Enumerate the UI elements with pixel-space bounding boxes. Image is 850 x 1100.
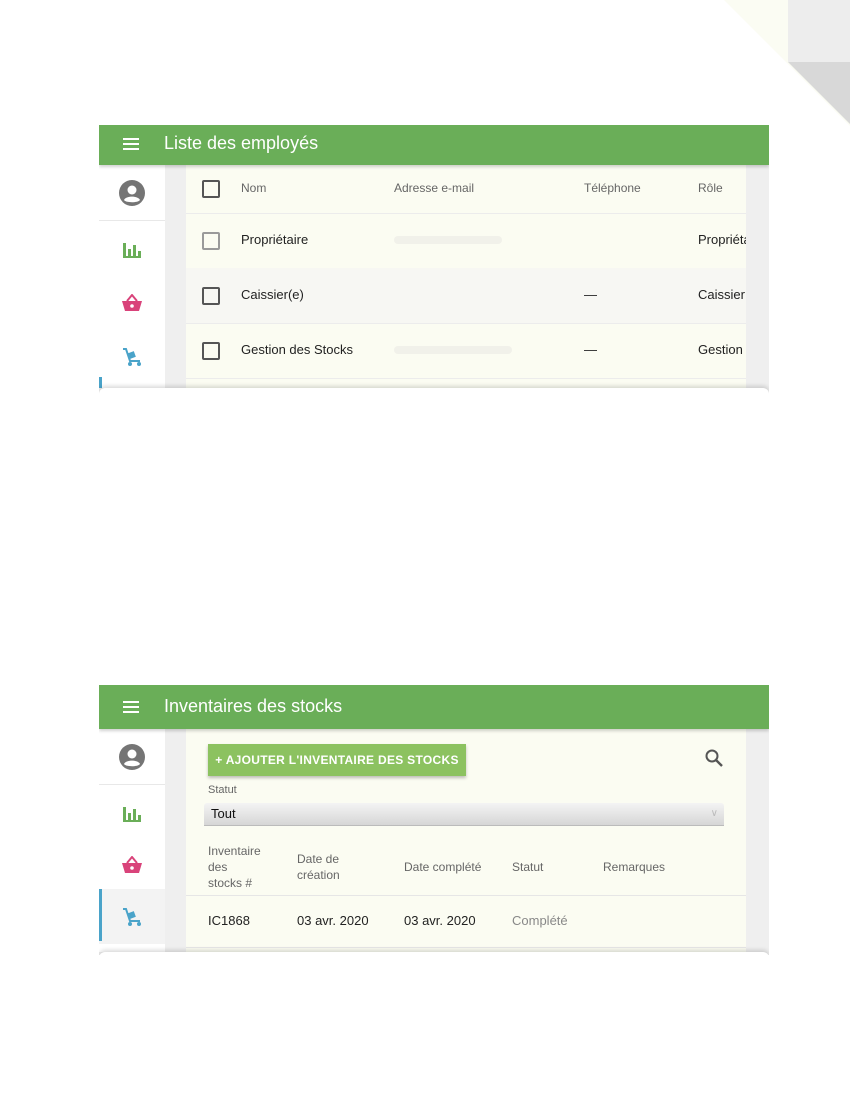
status-value: Complété [512,913,568,928]
account-icon [119,743,145,770]
column-header-phone[interactable]: Téléphone [584,181,641,195]
column-header-created[interactable]: Date de création [297,851,340,883]
employee-list-screenshot: Liste des employés Nom Adresse e-mail Té… [99,125,769,395]
account-icon [119,179,145,206]
select-all-checkbox[interactable] [202,180,220,198]
column-header-line: Date de [297,852,340,866]
inventory-number: IC1868 [208,913,250,928]
sidebar-item-reports[interactable] [99,222,165,277]
employee-phone: — [584,342,597,357]
column-header-notes[interactable]: Remarques [603,859,665,875]
column-header-role[interactable]: Rôle [698,181,723,195]
row-checkbox[interactable] [202,342,220,360]
table-header: Inventaire des stocks # Date de création… [186,841,746,896]
created-date: 03 avr. 2020 [297,913,369,928]
page-title: Inventaires des stocks [164,696,343,716]
sidebar-item-inventory[interactable] [99,889,165,944]
app-bar: Inventaires des stocks [99,685,769,729]
status-filter-select[interactable]: Tout ∨ [204,803,724,826]
chart-icon [123,806,141,822]
sidebar-item-inventory[interactable] [99,329,165,384]
hamburger-menu-icon[interactable] [123,701,139,713]
employee-table: Nom Adresse e-mail Téléphone Rôle Propri… [186,165,746,388]
column-header-completed[interactable]: Date complété [404,859,481,875]
table-row[interactable]: Gestion des Stocks — Gestion [186,323,746,379]
basket-icon [122,855,142,873]
nav-sidebar [99,729,165,952]
stock-inventory-panel: + AJOUTER L'INVENTAIRE DES STOCKS Statut… [186,729,746,952]
page-corner-decoration [724,0,850,126]
column-header-line: des [208,860,228,874]
column-header-status[interactable]: Statut [512,859,543,875]
inventory-cart-icon [123,347,141,366]
email-redacted [394,236,502,244]
email-redacted [394,346,512,354]
column-header-line: stocks # [208,876,253,890]
sidebar-item-account[interactable] [99,729,165,785]
stock-inventory-screenshot: Inventaires des stocks + AJOUTER L'INVEN… [99,685,769,955]
bottom-sheet-edge [99,952,769,955]
basket-icon [122,293,142,311]
row-checkbox[interactable] [202,287,220,305]
completed-date: 03 avr. 2020 [404,913,476,928]
sidebar-item-reports[interactable] [99,786,165,841]
column-header-name[interactable]: Nom [241,181,266,195]
employee-phone: — [584,287,597,302]
row-checkbox[interactable] [202,232,220,250]
status-filter-value: Tout [211,806,236,821]
bottom-sheet-edge [99,388,769,395]
search-icon[interactable] [704,748,724,768]
employee-name: Gestion des Stocks [241,342,353,357]
chevron-down-icon: ∨ [710,808,718,819]
employee-name: Caissier(e) [241,287,304,302]
nav-sidebar [99,165,165,388]
sidebar-item-sales[interactable] [99,275,165,330]
column-header-line: création [297,868,340,882]
hamburger-menu-icon[interactable] [123,138,139,150]
table-row[interactable]: Propriétaire Propriéta [186,213,746,269]
sidebar-item-sales[interactable] [99,837,165,892]
employee-role: Gestion [698,342,743,357]
table-header: Nom Adresse e-mail Téléphone Rôle [186,165,746,214]
inventory-cart-icon [123,907,141,926]
status-filter-label: Statut [208,784,237,796]
active-indicator [99,377,102,388]
sidebar-item-account[interactable] [99,165,165,221]
column-header-email[interactable]: Adresse e-mail [394,181,474,195]
add-stock-inventory-button[interactable]: + AJOUTER L'INVENTAIRE DES STOCKS [208,744,466,776]
employee-name: Propriétaire [241,232,309,247]
column-header-inventory[interactable]: Inventaire des stocks # [208,843,261,891]
app-bar: Liste des employés [99,125,769,165]
employee-role: Propriéta [698,232,746,247]
page-title: Liste des employés [164,133,319,153]
table-row[interactable]: Caissier(e) — Caissier [186,268,746,324]
active-indicator [99,889,102,941]
employee-role: Caissier [698,287,745,302]
table-row[interactable]: IC1868 03 avr. 2020 03 avr. 2020 Complét… [186,895,746,948]
column-header-line: Inventaire [208,844,261,858]
chart-icon [123,242,141,258]
